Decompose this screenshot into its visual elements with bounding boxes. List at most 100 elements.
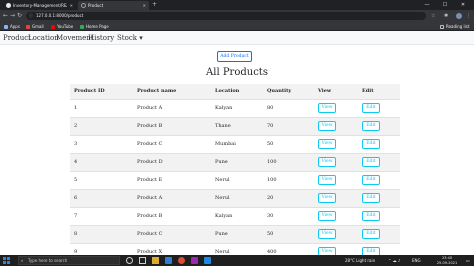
address-input[interactable]: ⓘ 127.0.0.1:8000/product (26, 12, 426, 20)
cell-edit: Edit (358, 170, 400, 189)
table-row: 4 Product D Pune 100 View Edit (70, 152, 400, 171)
profile-avatar[interactable] (456, 13, 462, 19)
cell-name: Product A (133, 188, 211, 207)
tab-readme[interactable]: Inventory-Management/README.m ✕ (3, 1, 76, 10)
cell-location: Kalyan (211, 206, 263, 225)
edit-button[interactable]: Edit (362, 139, 380, 149)
bookmark-label: Gmail (32, 24, 44, 29)
youtube-icon (51, 24, 55, 29)
edit-button[interactable]: Edit (362, 157, 380, 167)
nav-link-product[interactable]: Product (3, 33, 31, 43)
bookmark-star-icon[interactable]: ☆ (431, 12, 435, 20)
cell-id: 1 (70, 98, 133, 117)
bookmark-youtube[interactable]: YouTube (51, 23, 73, 30)
task-view-icon[interactable] (139, 257, 146, 264)
site-info-icon[interactable]: ⓘ (29, 12, 33, 20)
store-icon[interactable] (165, 257, 172, 264)
cell-edit: Edit (358, 134, 400, 153)
edit-button[interactable]: Edit (362, 121, 380, 131)
view-button[interactable]: View (318, 175, 336, 185)
forward-arrow-icon[interactable]: → (10, 12, 15, 20)
cortana-icon[interactable] (126, 257, 133, 264)
edit-button[interactable]: Edit (362, 103, 380, 113)
menu-icon[interactable]: ⋮ (466, 12, 471, 20)
view-button[interactable]: View (318, 121, 336, 131)
table-row: 8 Product C Pune 50 View Edit (70, 224, 400, 243)
vscode-icon[interactable] (204, 257, 211, 264)
tab-product[interactable]: Product ✕ (78, 1, 149, 10)
os-taskbar: ⌕ Type here to search 28°C Light rain ⌃ … (0, 255, 474, 266)
tab-label: Inventory-Management/README.m (13, 3, 67, 8)
cell-edit: Edit (358, 206, 400, 225)
cell-id: 5 (70, 170, 133, 189)
reading-list-label: Reading list (446, 24, 470, 29)
cell-qty: 50 (263, 224, 314, 243)
bookmarks-bar: Apps Gmail YouTube Home Page Reading lis… (0, 22, 474, 31)
cell-location: Mumbai (211, 134, 263, 153)
column-header: Location (211, 84, 263, 100)
edit-button[interactable]: Edit (362, 193, 380, 203)
column-header: Product ID (70, 84, 133, 100)
view-button[interactable]: View (318, 139, 336, 149)
clock[interactable]: 23:40 25-09-2021 (432, 256, 462, 265)
edit-button[interactable]: Edit (362, 211, 380, 221)
reading-list[interactable]: Reading list (440, 23, 469, 30)
close-window-button[interactable]: ✕ (456, 0, 470, 10)
cell-location: Kalyan (211, 98, 263, 117)
column-header: Quantity (263, 84, 314, 100)
cell-qty: 70 (263, 116, 314, 135)
table-row: 3 Product C Mumbai 50 View Edit (70, 134, 400, 153)
notification-icon[interactable]: ▭ (466, 256, 470, 265)
reload-icon[interactable]: ↻ (17, 12, 22, 20)
cell-name: Product E (133, 170, 211, 189)
cell-location: Pune (211, 152, 263, 171)
table-header-row: Product ID Product name Location Quantit… (70, 84, 400, 100)
cell-name: Product B (133, 206, 211, 225)
chrome-icon[interactable] (178, 257, 185, 264)
add-product-button[interactable]: Add Product (217, 51, 252, 62)
cell-name: Product D (133, 152, 211, 171)
products-table-container: Product ID Product name Location Quantit… (70, 84, 400, 261)
nav-link-history[interactable]: History (88, 33, 114, 43)
view-button[interactable]: View (318, 193, 336, 203)
view-button[interactable]: View (318, 211, 336, 221)
stock-dropdown[interactable]: Stock ▾ (117, 33, 143, 43)
nav-link-location[interactable]: Location (28, 33, 59, 43)
windows-start-icon[interactable] (3, 257, 10, 264)
new-tab-button[interactable]: + (152, 1, 157, 9)
minimize-button[interactable]: — (420, 0, 434, 10)
extensions-icon[interactable]: ✱ (444, 12, 448, 20)
cell-id: 3 (70, 134, 133, 153)
search-icon: ⌕ (21, 258, 24, 263)
bookmark-home-page[interactable]: Home Page (80, 23, 109, 30)
cell-qty: 30 (263, 206, 314, 225)
bookmark-gmail[interactable]: Gmail (26, 23, 44, 30)
edit-button[interactable]: Edit (362, 229, 380, 239)
bookmark-apps[interactable]: Apps (4, 23, 20, 30)
back-arrow-icon[interactable]: ← (3, 12, 8, 20)
weather-widget[interactable]: 28°C Light rain (345, 256, 375, 265)
tray-icons[interactable]: ⌃ ☁ ♪ (388, 256, 400, 265)
taskbar-search-input[interactable]: ⌕ Type here to search (18, 256, 120, 265)
cell-id: 2 (70, 116, 133, 135)
cell-edit: Edit (358, 98, 400, 117)
file-explorer-icon[interactable] (152, 257, 159, 264)
view-button[interactable]: View (318, 229, 336, 239)
site-navbar: Product Location Movement History Stock … (0, 31, 474, 45)
cell-location: Nerul (211, 188, 263, 207)
view-button[interactable]: View (318, 157, 336, 167)
github-icon (6, 3, 11, 8)
view-button[interactable]: View (318, 103, 336, 113)
close-icon[interactable]: ✕ (143, 3, 146, 8)
cell-edit: Edit (358, 224, 400, 243)
cell-qty: 100 (263, 170, 314, 189)
home-icon (80, 24, 84, 29)
language-indicator[interactable]: ENG (412, 256, 421, 265)
app-icon[interactable] (191, 257, 198, 264)
reading-list-icon (440, 24, 444, 29)
close-icon[interactable]: ✕ (70, 3, 73, 8)
cell-qty: 50 (263, 134, 314, 153)
cell-edit: Edit (358, 152, 400, 171)
edit-button[interactable]: Edit (362, 175, 380, 185)
maximize-button[interactable]: ☐ (438, 0, 452, 10)
